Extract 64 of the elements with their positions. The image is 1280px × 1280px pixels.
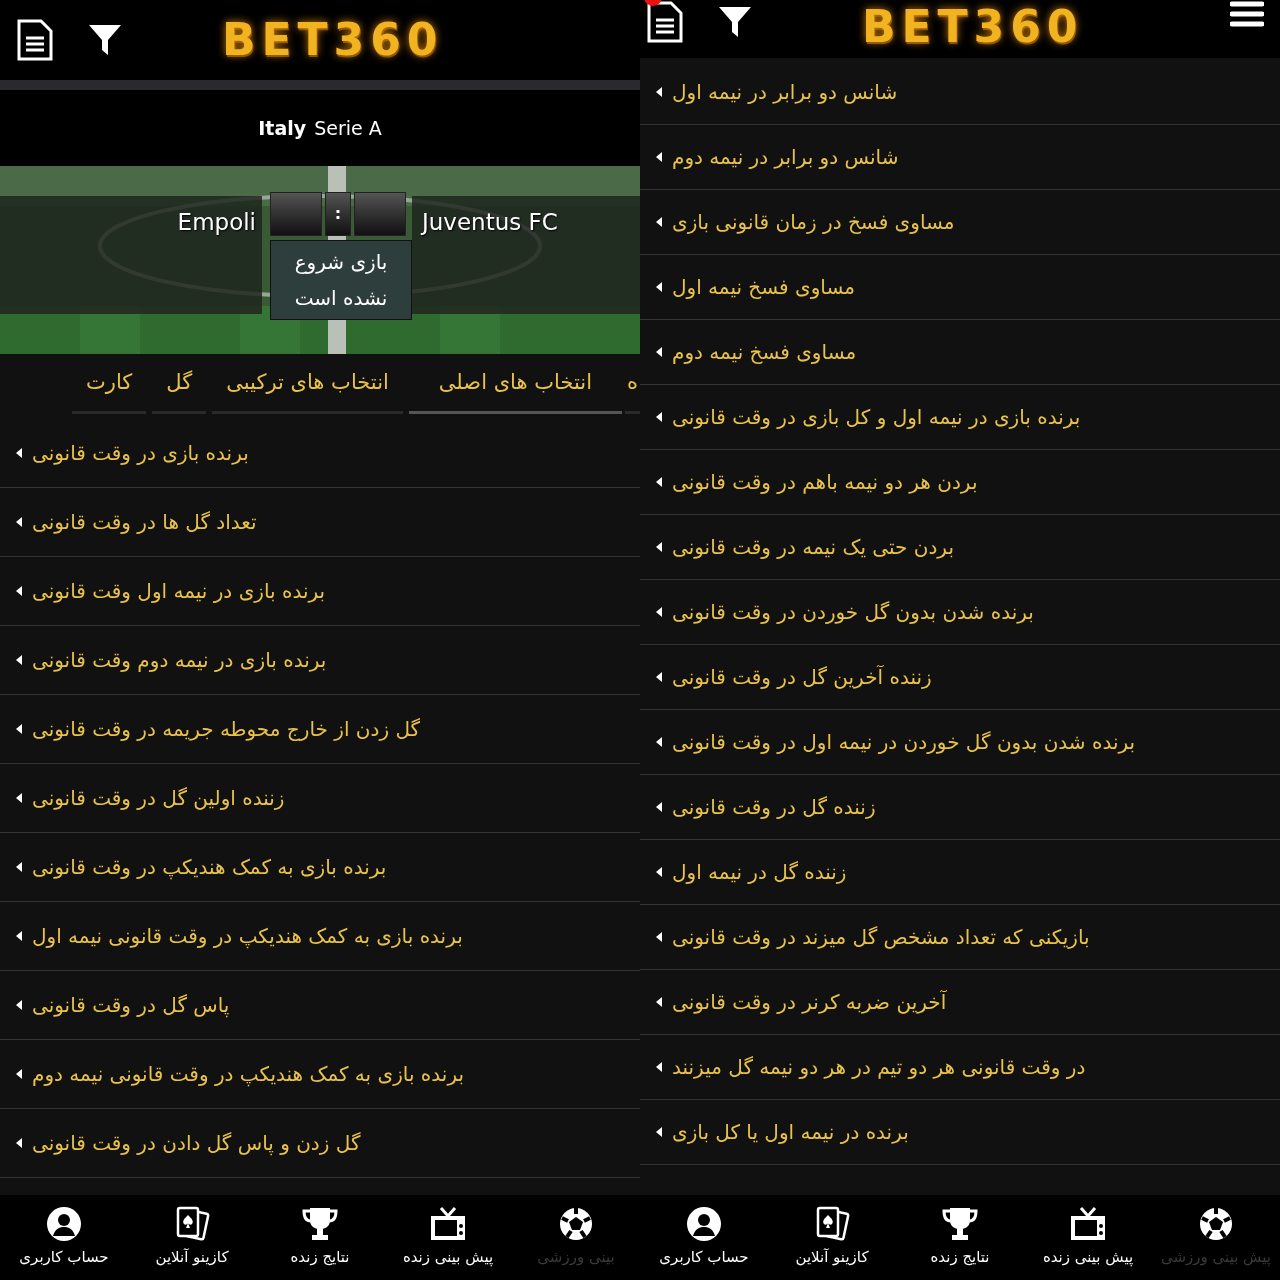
filter-icon[interactable] <box>88 23 122 57</box>
nav-item[interactable]: حساب کاربری <box>0 1195 128 1280</box>
caret-icon <box>656 867 662 877</box>
caret-icon <box>656 87 662 97</box>
logo: BET360 <box>222 13 444 67</box>
tab[interactable]: انتخاب های ترکیبی <box>212 354 403 414</box>
caret-icon <box>16 862 22 872</box>
caret-icon <box>656 152 662 162</box>
caret-icon <box>656 997 662 1007</box>
nav-item[interactable]: کازینو آنلاین <box>128 1195 256 1280</box>
caret-icon <box>16 1000 22 1010</box>
caret-icon <box>656 672 662 682</box>
playing-cards-icon <box>174 1206 210 1243</box>
nav-item[interactable]: پیش بینی زنده <box>384 1195 512 1280</box>
document-icon[interactable] <box>16 18 54 62</box>
trophy-icon <box>941 1206 979 1243</box>
score-box <box>354 192 406 236</box>
user-icon <box>686 1206 722 1243</box>
tab[interactable]: کارت <box>72 354 147 414</box>
nav-item[interactable]: حساب کاربری <box>640 1195 768 1280</box>
caret-icon <box>656 542 662 552</box>
caret-icon <box>656 282 662 292</box>
logo: BET360 <box>862 0 1084 54</box>
caret-icon <box>656 932 662 942</box>
match-status: بازی شروع نشده است <box>270 240 412 320</box>
user-icon <box>46 1206 82 1243</box>
tab[interactable]: گل <box>152 354 207 414</box>
caret-icon <box>656 737 662 747</box>
tab[interactable]: انتخاب های اصلی <box>408 354 622 414</box>
caret-icon <box>656 477 662 487</box>
caret-icon <box>656 217 662 227</box>
caret-icon <box>656 412 662 422</box>
caret-icon <box>16 1138 22 1148</box>
team-name: Empoli <box>176 207 257 237</box>
soccer-ball-icon <box>1198 1206 1234 1243</box>
caret-icon <box>656 802 662 812</box>
caret-icon <box>16 448 22 458</box>
caret-icon <box>16 931 22 941</box>
score-separator: : <box>325 192 351 236</box>
nav-item[interactable]: کازینو آنلاین <box>768 1195 896 1280</box>
soccer-ball-icon <box>558 1206 594 1243</box>
caret-icon <box>16 724 22 734</box>
caret-icon <box>16 517 22 527</box>
caret-icon <box>16 793 22 803</box>
caret-icon <box>16 1069 22 1079</box>
filter-icon[interactable] <box>718 5 752 39</box>
nav-item[interactable]: پیش بینی زنده <box>1024 1195 1152 1280</box>
nav-item[interactable]: نتایج زنده <box>256 1195 384 1280</box>
caret-icon <box>16 655 22 665</box>
caret-icon <box>16 586 22 596</box>
caret-icon <box>656 1127 662 1137</box>
tv-icon <box>1069 1206 1107 1243</box>
score-box <box>270 192 322 236</box>
nav-item[interactable]: نتایج زنده <box>896 1195 1024 1280</box>
document-icon[interactable] <box>646 0 684 44</box>
caret-icon <box>656 1062 662 1072</box>
playing-cards-icon <box>814 1206 850 1243</box>
tv-icon <box>429 1206 467 1243</box>
league-title: Italy Serie A <box>0 90 640 166</box>
menu-icon[interactable] <box>1230 0 1264 28</box>
team-name: Juventus FC <box>419 207 558 237</box>
caret-icon <box>656 607 662 617</box>
trophy-icon <box>301 1206 339 1243</box>
caret-icon <box>656 347 662 357</box>
